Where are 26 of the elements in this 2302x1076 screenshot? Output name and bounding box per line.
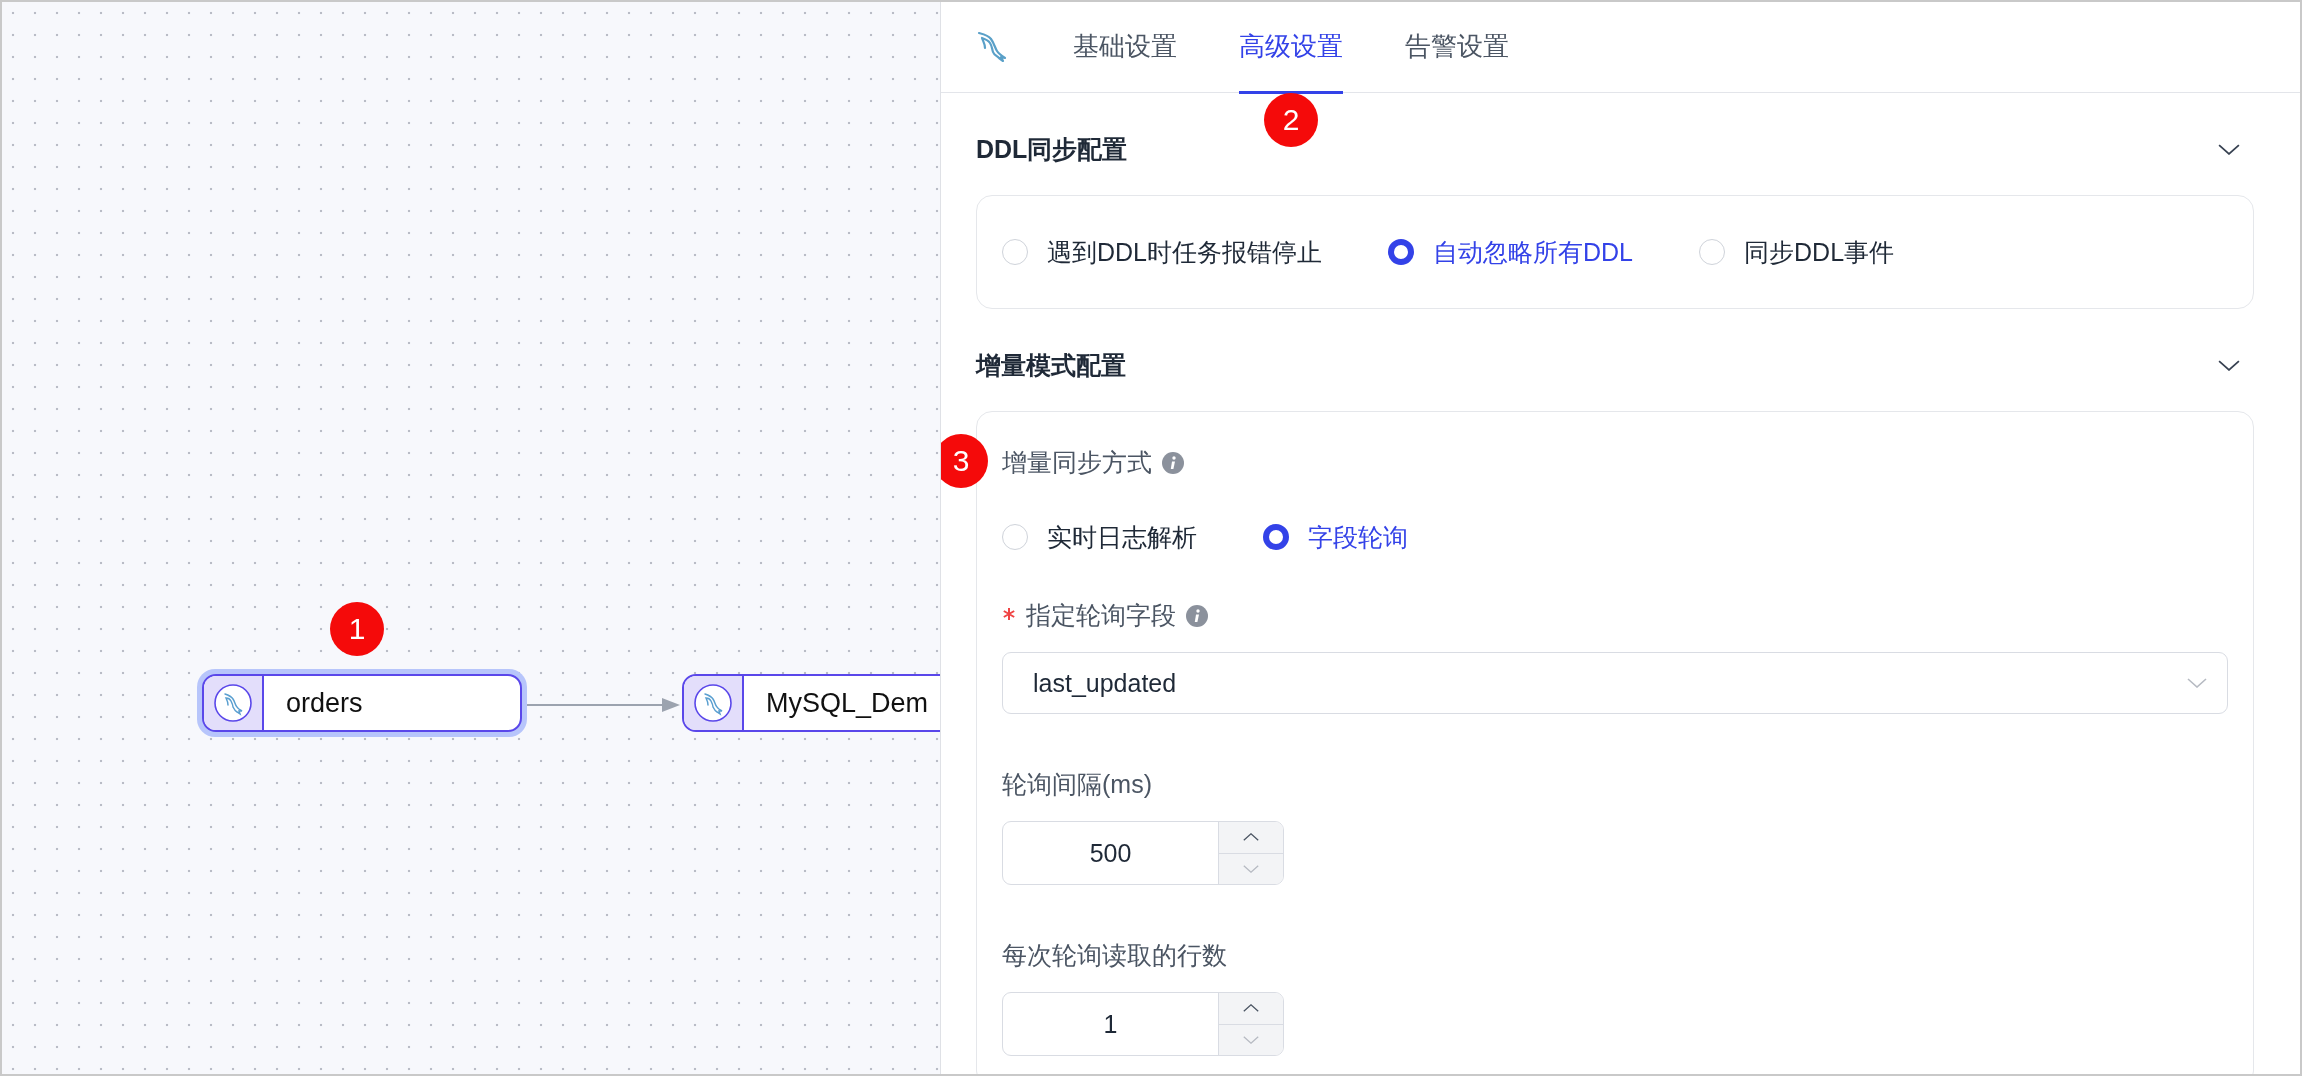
field-label: 增量同步方式 bbox=[1002, 447, 1152, 478]
radio-option[interactable]: 同步DDL事件 bbox=[1699, 235, 1895, 269]
flow-node[interactable]: orders bbox=[197, 669, 527, 737]
step-badge: 3 bbox=[941, 434, 988, 488]
select-field[interactable]: last_updated bbox=[1002, 652, 2228, 714]
database-icon bbox=[213, 683, 253, 723]
field-label: 轮询间隔(ms) bbox=[1002, 769, 1152, 800]
info-icon[interactable] bbox=[1162, 451, 1184, 474]
radio-option[interactable]: 实时日志解析 bbox=[1002, 520, 1197, 554]
section-title: DDL同步配置 bbox=[976, 133, 1128, 165]
tab[interactable]: 告警设置 bbox=[1405, 2, 1509, 94]
field-label: 指定轮询字段 bbox=[1026, 600, 1176, 631]
required-icon bbox=[1002, 606, 1016, 621]
field-label: 每次轮询读取的行数 bbox=[1002, 940, 1227, 971]
chevron-down-icon bbox=[2218, 143, 2240, 155]
chevron-down-icon bbox=[2218, 359, 2240, 371]
radio-option[interactable]: 遇到DDL时任务报错停止 bbox=[1002, 235, 1322, 269]
step-badge: 2 bbox=[1264, 93, 1318, 147]
step-badge: 1 bbox=[330, 602, 384, 656]
caret-icon bbox=[2187, 678, 2207, 688]
radio-option[interactable]: 字段轮询 bbox=[1263, 520, 1408, 554]
section-title: 增量模式配置 bbox=[976, 349, 1126, 381]
radio-option[interactable]: 自动忽略所有DDL bbox=[1388, 235, 1634, 269]
info-icon[interactable] bbox=[1186, 604, 1208, 627]
tab[interactable]: 基础设置 bbox=[1073, 2, 1177, 94]
database-icon bbox=[693, 683, 733, 723]
